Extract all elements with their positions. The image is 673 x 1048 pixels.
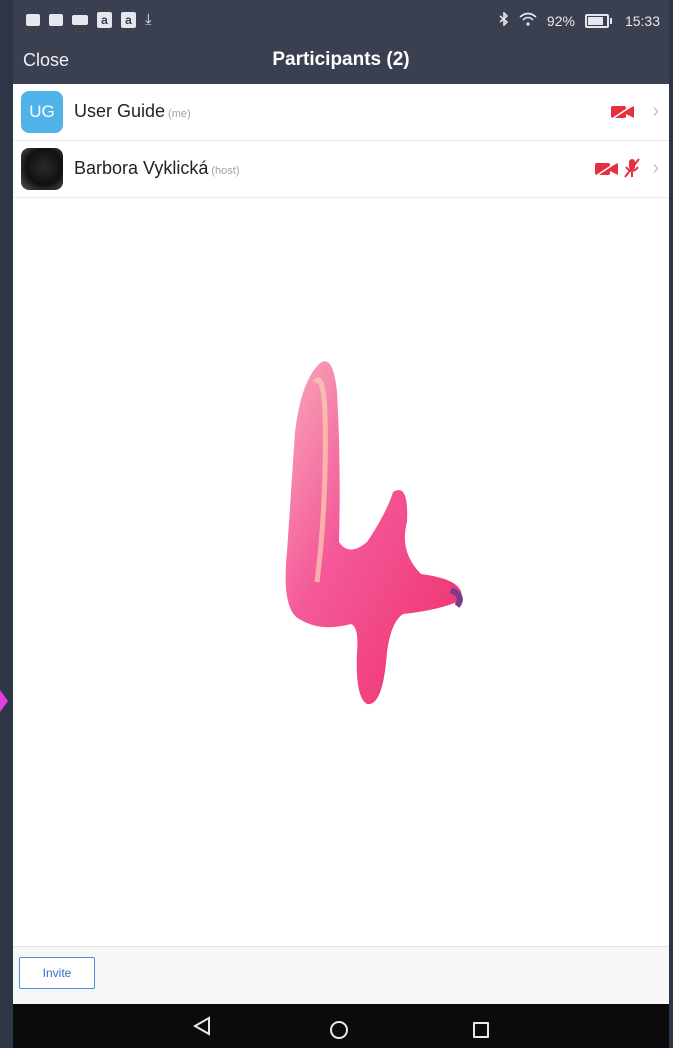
notification-icons: a a ⤓ xyxy=(26,12,152,28)
gallery-icon xyxy=(49,14,63,26)
video-muted-icon xyxy=(595,161,618,177)
status-bar: a a ⤓ 92% 15:33 xyxy=(13,0,669,44)
edge-marker-icon xyxy=(0,690,8,712)
battery-percent: 92% xyxy=(546,12,575,29)
participant-name: Barbora Vyklická xyxy=(74,158,209,178)
avatar xyxy=(21,148,63,190)
amazon-icon: a xyxy=(97,12,112,28)
battery-icon xyxy=(584,13,612,28)
avatar: UG xyxy=(21,91,63,133)
download-icon: ⤓ xyxy=(145,11,152,28)
home-icon[interactable] xyxy=(330,1021,348,1039)
bluetooth-icon xyxy=(499,11,509,29)
bottom-toolbar: Invite xyxy=(13,946,669,1005)
amazon-icon: a xyxy=(121,12,136,28)
wifi-icon xyxy=(519,12,537,29)
system-icons: 92% 15:33 xyxy=(499,11,660,29)
app-frame: a a ⤓ 92% 15:33 Close Participants (2) U… xyxy=(13,0,669,1048)
clock: 15:33 xyxy=(624,12,660,29)
mic-muted-icon xyxy=(623,158,641,178)
video-icon xyxy=(72,15,88,25)
video-muted-icon xyxy=(611,104,634,120)
chevron-right-icon: › xyxy=(652,157,659,179)
participant-row[interactable]: Barbora Vyklická (host) › xyxy=(13,141,669,198)
decorative-artwork xyxy=(285,361,463,705)
back-icon[interactable] xyxy=(192,1016,211,1041)
invite-button[interactable]: Invite xyxy=(19,957,95,989)
participant-tag: (me) xyxy=(168,108,191,120)
notification-icon xyxy=(26,14,40,26)
participant-name: User Guide xyxy=(74,101,166,121)
participant-name-container: Barbora Vyklická (host) xyxy=(74,158,240,179)
participant-row[interactable]: UG User Guide (me) › xyxy=(13,84,669,141)
recents-icon[interactable] xyxy=(473,1022,489,1038)
chevron-right-icon: › xyxy=(652,100,659,122)
participant-list: UG User Guide (me) › Barbora Vyklická (hos… xyxy=(13,84,669,946)
system-nav-bar xyxy=(13,1004,669,1048)
header: Close Participants (2) xyxy=(13,44,669,84)
participant-name-container: User Guide (me) xyxy=(74,101,191,122)
participant-tag: (host) xyxy=(211,165,240,177)
page-title: Participants (2) xyxy=(272,49,410,70)
